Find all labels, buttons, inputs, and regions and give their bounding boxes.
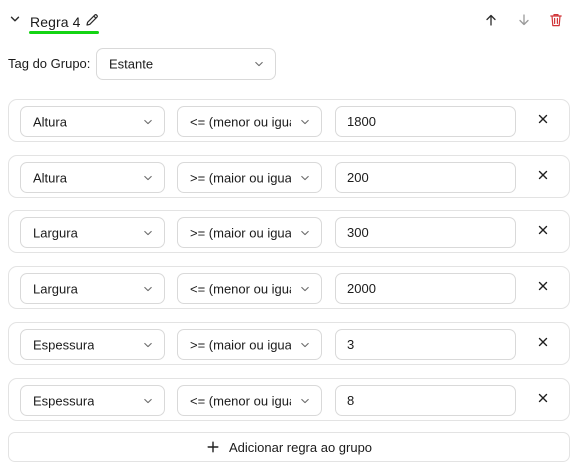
move-down-button[interactable] [514,12,534,32]
close-icon [537,223,549,241]
operator-select[interactable]: <= (menor ou igual) [177,273,322,304]
pencil-icon [84,12,100,33]
condition-row: Altura <= (menor ou igual) 1800 [8,99,570,142]
condition-row: Largura >= (maior ou igual) 300 [8,210,570,253]
chevron-down-icon [299,339,311,351]
group-tag-value: Estante [109,56,154,72]
operator-select[interactable]: >= (maior ou igual) [177,217,322,248]
chevron-down-icon [299,172,311,184]
value-input[interactable]: 2000 [335,273,516,304]
close-icon [537,279,549,297]
field-select[interactable]: Largura [20,273,165,304]
chevron-down-icon [142,283,154,295]
condition-row: Espessura >= (maior ou igual) 3 [8,322,570,365]
remove-condition-button[interactable] [533,222,553,242]
field-select[interactable]: Espessura [20,329,165,360]
field-select[interactable]: Espessura [20,385,165,416]
operator-select-value: <= (menor ou igual) [190,114,291,129]
field-select-value: Largura [33,225,78,240]
operator-select[interactable]: >= (maior ou igual) [177,162,322,193]
operator-select-value: >= (maior ou igual) [190,225,291,240]
value-input[interactable]: 1800 [335,106,516,137]
group-tag-select[interactable]: Estante [96,48,276,80]
field-select[interactable]: Altura [20,106,165,137]
operator-select-value: <= (menor ou igual) [190,281,291,296]
chevron-down-icon [299,116,311,128]
close-icon [537,168,549,186]
remove-condition-button[interactable] [533,278,553,298]
chevron-down-icon [299,227,311,239]
chevron-down-icon [142,395,154,407]
remove-condition-button[interactable] [533,334,553,354]
condition-row: Espessura <= (menor ou igual) 8 [8,378,570,421]
chevron-down-icon [142,116,154,128]
close-icon [537,391,549,409]
value-input[interactable]: 200 [335,162,516,193]
add-rule-label: Adicionar regra ao grupo [228,439,373,455]
operator-select[interactable]: <= (menor ou igual) [177,385,322,416]
arrow-down-icon [517,13,531,32]
arrow-up-icon [484,13,498,32]
field-select-value: Espessura [33,393,95,408]
remove-condition-button[interactable] [533,390,553,410]
delete-rule-button[interactable] [546,12,566,32]
field-select-value: Largura [33,281,78,296]
chevron-down-icon [142,227,154,239]
rule-title: Regra 4 [30,14,81,30]
rule-group-panel: Regra 4 Tag do Grupo: Estante Altura <= … [0,0,586,471]
value-input[interactable]: 300 [335,217,516,248]
close-icon [537,335,549,353]
chevron-down-icon [142,339,154,351]
condition-row: Altura >= (maior ou igual) 200 [8,155,570,198]
operator-select-value: >= (maior ou igual) [190,337,291,352]
field-select-value: Espessura [33,337,95,352]
field-select[interactable]: Altura [20,162,165,193]
operator-select-value: <= (menor ou igual) [190,393,291,408]
chevron-down-icon [142,172,154,184]
operator-select-value: >= (maior ou igual) [190,170,291,185]
value-input[interactable]: 3 [335,329,516,360]
chevron-down-icon [299,283,311,295]
value-input[interactable]: 8 [335,385,516,416]
group-tag-label: Tag do Grupo: [8,56,91,71]
remove-condition-button[interactable] [533,111,553,131]
title-underline [29,31,99,34]
remove-condition-button[interactable] [533,167,553,187]
move-up-button[interactable] [481,12,501,32]
collapse-button[interactable] [6,12,24,30]
chevron-down-icon [299,395,311,407]
rule-header: Regra 4 [0,0,586,44]
edit-title-button[interactable] [82,12,102,32]
field-select-value: Altura [33,114,67,129]
operator-select[interactable]: <= (menor ou igual) [177,106,322,137]
condition-row: Largura <= (menor ou igual) 2000 [8,266,570,309]
field-select[interactable]: Largura [20,217,165,248]
close-icon [537,112,549,130]
chevron-down-icon [9,12,21,30]
chevron-down-icon [253,58,265,70]
plus-icon [206,440,220,454]
trash-icon [548,12,564,33]
add-rule-button[interactable]: Adicionar regra ao grupo [8,432,570,462]
field-select-value: Altura [33,170,67,185]
operator-select[interactable]: >= (maior ou igual) [177,329,322,360]
